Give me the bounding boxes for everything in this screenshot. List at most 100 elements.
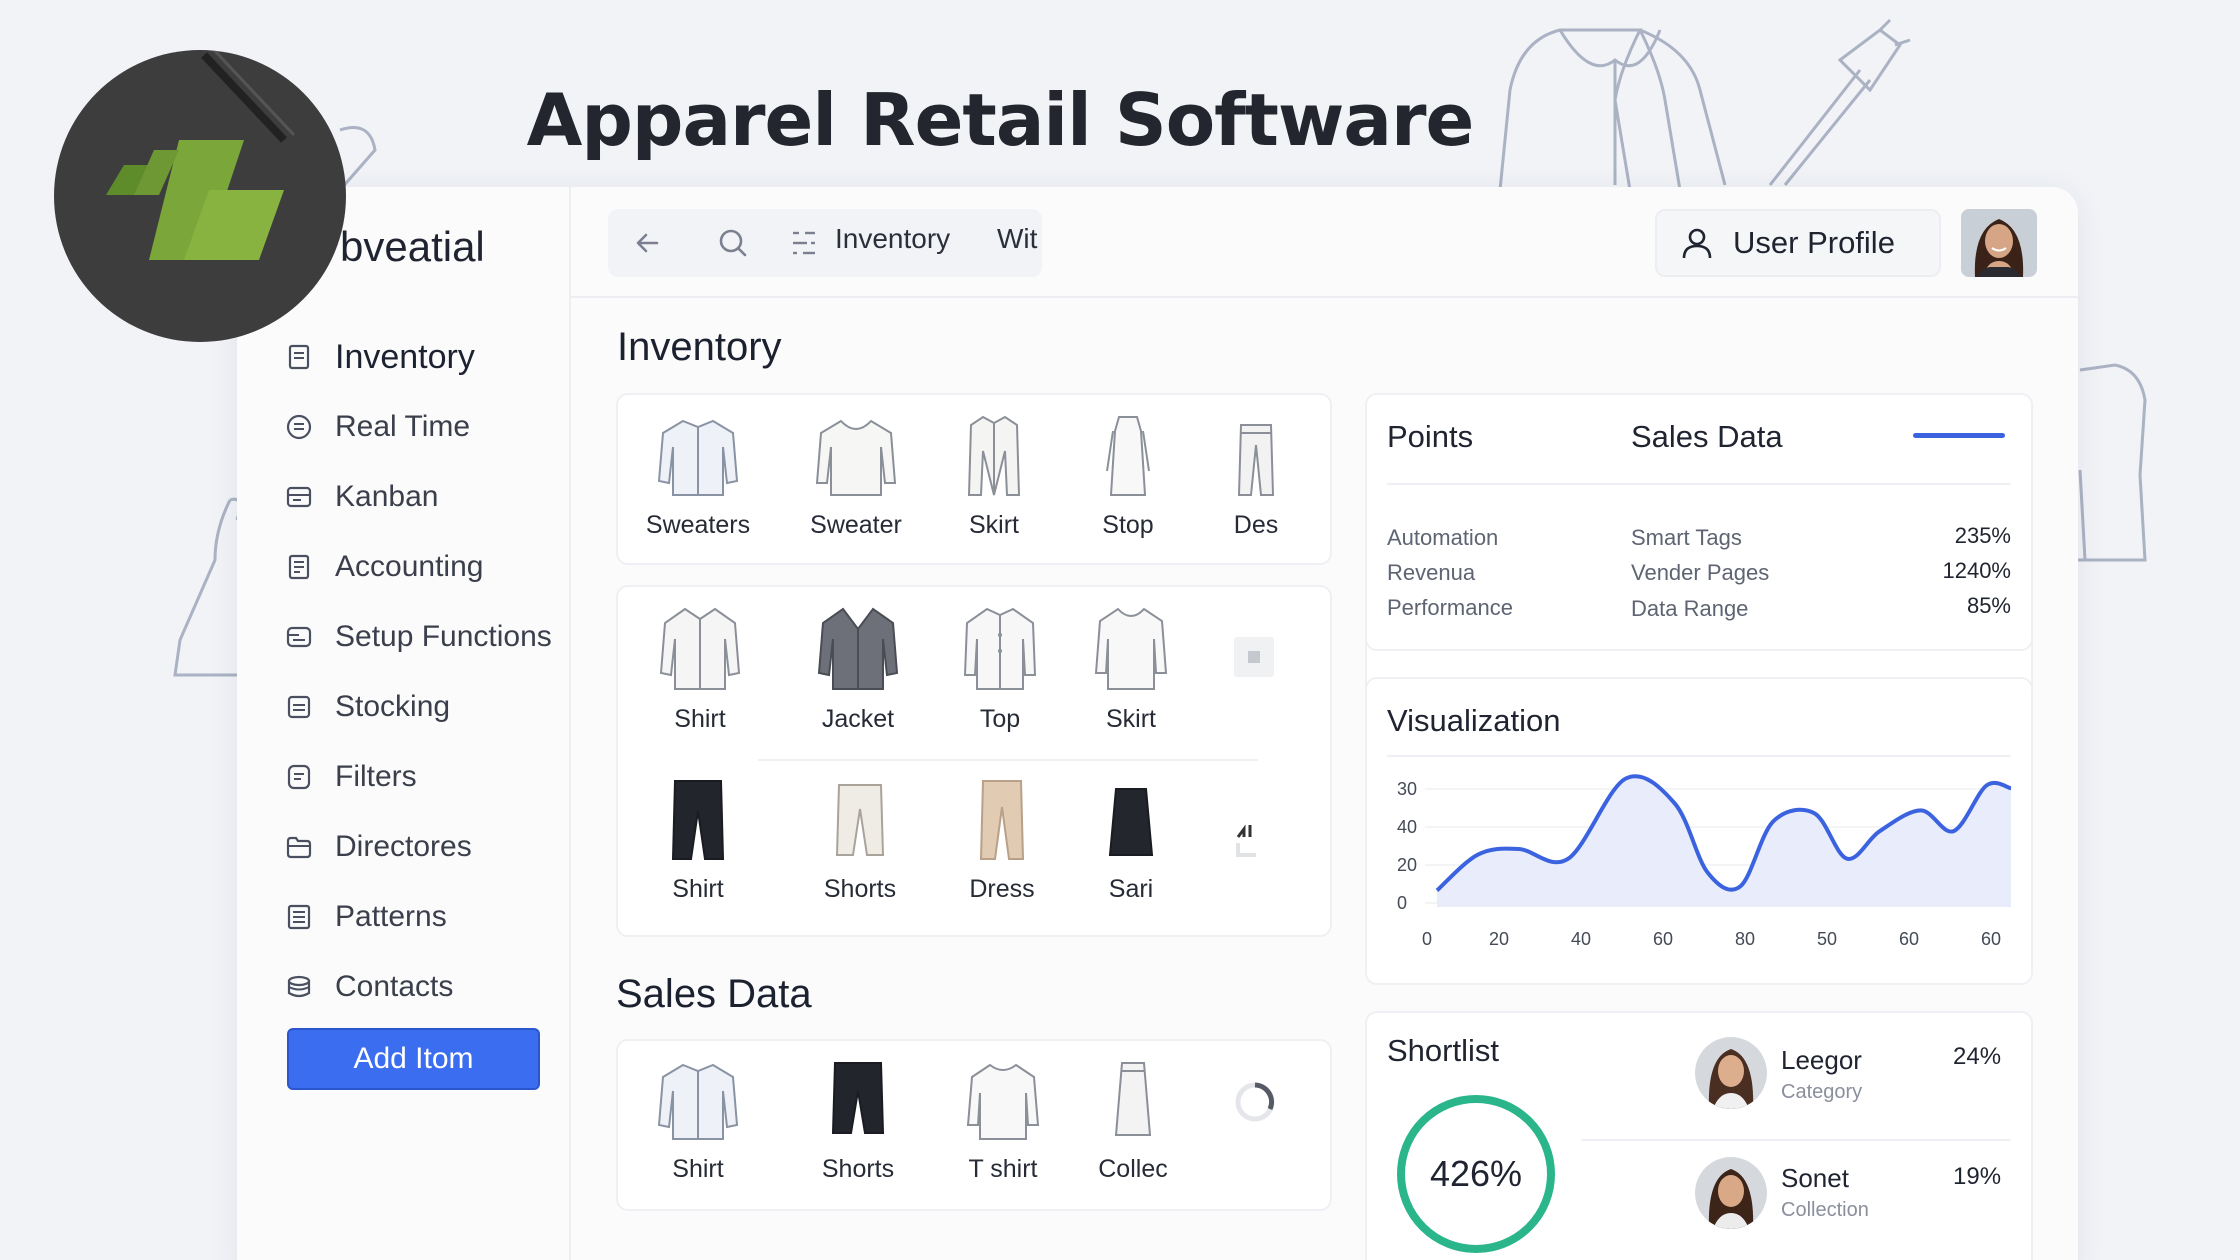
- shorts-icon: [831, 1062, 885, 1134]
- user-profile-label: User Profile: [1733, 225, 1895, 260]
- add-item-button[interactable]: Add Itom: [287, 1028, 540, 1090]
- sidebar-item-label: Accounting: [335, 550, 484, 583]
- item-label: Shirt: [672, 1155, 724, 1183]
- topbar-nav-group: [608, 209, 1042, 277]
- sales-item-shirt[interactable]: Shirt: [628, 1055, 768, 1184]
- item-sari[interactable]: Sari: [1061, 775, 1201, 904]
- x-tick-label: 80: [1735, 929, 1755, 949]
- item-label: T shirt: [968, 1155, 1038, 1183]
- shirt-icon: [657, 1063, 739, 1140]
- item-label: Top: [979, 705, 1021, 733]
- trousers-icon: [1237, 424, 1275, 496]
- stat-label-b: Smart Tags: [1631, 525, 1742, 550]
- sidebar-item-contacts[interactable]: Contacts: [285, 952, 552, 1022]
- clock-list-icon: [286, 414, 312, 440]
- sidebar-item-label: Real Time: [335, 410, 471, 443]
- stat-label-b: Vender Pages: [1631, 560, 1770, 585]
- sales-item-collec[interactable]: Collec: [1063, 1055, 1203, 1184]
- item-jacket[interactable]: Jacket: [788, 601, 928, 734]
- visualization-card: Visualization 30 40 20 0 0 20 40 60 80 50 60 60: [1365, 677, 2033, 985]
- item-label: Shirt: [674, 705, 726, 733]
- item-label: Shorts: [823, 875, 897, 903]
- item-dress[interactable]: Dress: [932, 775, 1072, 904]
- contacts-icon: [287, 975, 311, 998]
- item-label: Shirt: [672, 875, 724, 903]
- item-shorts[interactable]: Shorts: [790, 775, 930, 904]
- item-label: Shorts: [821, 1155, 895, 1183]
- item-shirt[interactable]: Shirt: [630, 601, 770, 734]
- shirt-icon: [659, 607, 741, 690]
- avatar-photo-icon: [1695, 1157, 1767, 1229]
- sidebar-item-real-time[interactable]: Real Time: [285, 392, 552, 462]
- back-arrow-icon[interactable]: [629, 223, 669, 263]
- skirt-icon: [1108, 788, 1154, 856]
- x-tick-label: 60: [1981, 929, 2001, 949]
- placeholder-thumbnail[interactable]: [1234, 637, 1274, 677]
- sidebar-item-label: Inventory: [335, 337, 475, 376]
- coat-icon: [967, 415, 1021, 496]
- item-shirt-dark[interactable]: Shirt: [628, 775, 768, 904]
- sidebar-item-label: Directores: [335, 830, 472, 863]
- user-profile-button[interactable]: User Profile: [1655, 209, 1941, 277]
- avatar[interactable]: [1695, 1037, 1767, 1109]
- breadcrumb-wit[interactable]: Wit: [997, 223, 1037, 255]
- item-skirt-2[interactable]: Skirt: [1061, 601, 1201, 734]
- sidebar-item-setup-functions[interactable]: Setup Functions: [285, 602, 552, 672]
- search-icon[interactable]: [713, 223, 753, 263]
- trousers-icon: [671, 780, 725, 860]
- sidebar-item-label: Patterns: [335, 900, 447, 933]
- visualization-title: Visualization: [1387, 703, 1561, 738]
- chinos-icon: [979, 780, 1025, 860]
- stat-value: 235%: [1954, 523, 2011, 548]
- sidebar-item-label: Contacts: [335, 970, 454, 1003]
- loading-spinner-icon: [1235, 1082, 1275, 1122]
- breadcrumb-inventory[interactable]: Inventory: [835, 223, 950, 255]
- sidebar-item-stocking[interactable]: Stocking: [285, 672, 552, 742]
- item-top[interactable]: Top: [930, 601, 1070, 734]
- item-skirt[interactable]: Skirt: [924, 411, 1064, 540]
- item-label: Dress: [969, 875, 1035, 903]
- stat-label-a: Revenua: [1387, 560, 1476, 585]
- setup-icon: [286, 626, 312, 648]
- item-stop[interactable]: Stop: [1058, 411, 1198, 540]
- folder-icon: [286, 836, 312, 859]
- dress-icon: [1106, 416, 1150, 496]
- sales-data-card: Shirt Shorts T shirt Collec: [616, 1039, 1332, 1211]
- avatar[interactable]: [1695, 1157, 1767, 1229]
- y-tick-label: 30: [1397, 779, 1417, 799]
- sidebar-item-directores[interactable]: Directores: [285, 812, 552, 882]
- tshirt-icon: [966, 1063, 1040, 1140]
- y-tick-label: 20: [1397, 855, 1417, 875]
- sales-data-indicator: [1913, 433, 2005, 438]
- jacket-icon: [817, 607, 899, 690]
- shortlist-divider: [1581, 1139, 2011, 1141]
- sales-item-shorts[interactable]: Shorts: [788, 1055, 928, 1184]
- item-des[interactable]: Des: [1186, 411, 1326, 540]
- partial-thumbnail-icon[interactable]: [1234, 815, 1270, 859]
- sidebar-item-patterns[interactable]: Patterns: [285, 882, 552, 952]
- item-label: Sweater: [810, 511, 902, 539]
- sidebar-item-inventory[interactable]: Inventory: [285, 322, 552, 392]
- avatar[interactable]: [1961, 209, 2037, 277]
- sidebar-nav: Inventory Real Time Kanban Accounting Se…: [285, 322, 552, 1022]
- stat-label-a: Performance: [1387, 595, 1513, 620]
- skirt-icon: [1114, 1062, 1152, 1136]
- item-label: Skirt: [1106, 705, 1156, 733]
- placeholder-square-icon: [1248, 651, 1260, 663]
- shortlist-name: Leegor: [1781, 1045, 1862, 1075]
- sidebar-item-accounting[interactable]: Accounting: [285, 532, 552, 602]
- shortlist-ring: 426%: [1397, 1095, 1555, 1253]
- item-label: Sari: [1108, 875, 1154, 903]
- sidebar-item-filters[interactable]: Filters: [285, 742, 552, 812]
- stat-value: 85%: [1966, 593, 2011, 618]
- shortlist-title: Shortlist: [1387, 1033, 1499, 1068]
- sidebar-item-kanban[interactable]: Kanban: [285, 462, 552, 532]
- x-tick-label: 20: [1489, 929, 1509, 949]
- logo-mark-icon: [106, 50, 296, 260]
- sales-data-title: Sales Data: [616, 972, 812, 1016]
- avatar-photo-icon: [1961, 209, 2037, 277]
- item-sweater[interactable]: Sweater: [786, 411, 926, 540]
- list-settings-icon[interactable]: [785, 223, 825, 263]
- item-sweaters[interactable]: Sweaters: [628, 411, 768, 540]
- sales-item-tshirt[interactable]: T shirt: [933, 1055, 1073, 1184]
